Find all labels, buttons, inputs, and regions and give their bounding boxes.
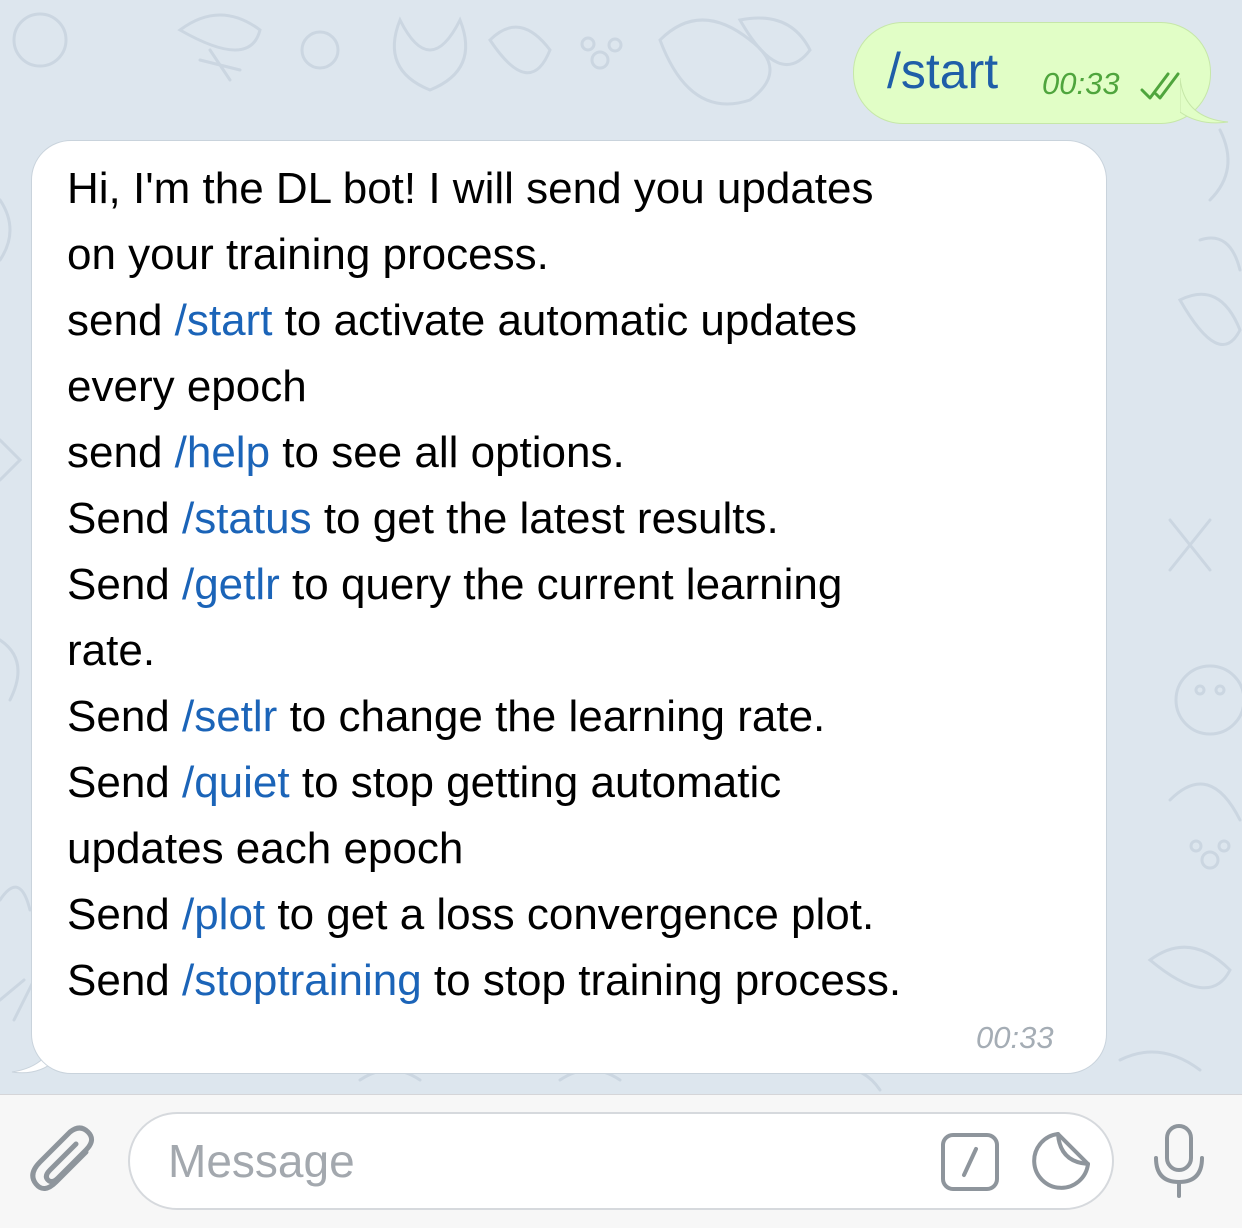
command-link-status[interactable]: /status [182, 494, 312, 543]
outgoing-message-text[interactable]: /start [887, 42, 998, 100]
incoming-message-time: 00:33 [976, 1020, 1054, 1055]
line-text: Send [67, 956, 182, 1005]
line-text: Send [67, 692, 182, 741]
command-link-getlr[interactable]: /getlr [182, 560, 280, 609]
line-text: send [67, 296, 175, 345]
message-line: send /help to see all options. [67, 420, 1097, 486]
message-line: Send /quiet to stop getting automatic [67, 750, 1097, 816]
command-link-plot[interactable]: /plot [182, 890, 265, 939]
command-link-help[interactable]: /help [175, 428, 270, 477]
line-text: on your training process. [67, 230, 549, 279]
message-input-placeholder: Message [168, 1135, 355, 1187]
outgoing-message-time: 00:33 [1042, 66, 1120, 101]
line-text: send [67, 428, 175, 477]
line-text: Send [67, 494, 182, 543]
incoming-message-text: Hi, I'm the DL bot! I will send you upda… [67, 156, 1097, 1014]
message-line: Send /setlr to change the learning rate. [67, 684, 1097, 750]
command-link-quiet[interactable]: /quiet [182, 758, 290, 807]
line-text: rate. [67, 626, 156, 675]
line-text: to query the current learning [279, 560, 843, 609]
command-link-setlr[interactable]: /setlr [182, 692, 277, 741]
line-text: to stop getting automatic [289, 758, 782, 807]
message-line: on your training process. [67, 222, 1097, 288]
double-check-icon [1140, 72, 1180, 100]
line-text: to get the latest results. [311, 494, 779, 543]
line-text: Send [67, 890, 182, 939]
line-text: to change the learning rate. [277, 692, 826, 741]
line-text: updates each epoch [67, 824, 464, 873]
message-line: Send /status to get the latest results. [67, 486, 1097, 552]
line-text: to stop training process. [421, 956, 902, 1005]
message-line: every epoch [67, 354, 1097, 420]
line-text: to get a loss convergence plot. [265, 890, 875, 939]
command-link-start[interactable]: /start [175, 296, 273, 345]
microphone-icon[interactable] [1148, 1122, 1210, 1200]
sticker-icon[interactable] [1030, 1130, 1092, 1192]
message-line: Send /getlr to query the current learnin… [67, 552, 1097, 618]
command-link-stoptraining[interactable]: /stoptraining [182, 956, 422, 1005]
line-text: Send [67, 758, 182, 807]
paperclip-icon[interactable] [28, 1122, 100, 1198]
outgoing-bubble-tail [1180, 78, 1229, 124]
line-text: every epoch [67, 362, 307, 411]
message-line: rate. [67, 618, 1097, 684]
slash-command-icon[interactable] [940, 1132, 1000, 1192]
message-line: Send /plot to get a loss convergence plo… [67, 882, 1097, 948]
line-text: Send [67, 560, 182, 609]
message-line: send /start to activate automatic update… [67, 288, 1097, 354]
line-text: Hi, I'm the DL bot! I will send you upda… [67, 164, 874, 213]
message-line: Send /stoptraining to stop training proc… [67, 948, 1097, 1014]
line-text: to see all options. [270, 428, 625, 477]
message-line: updates each epoch [67, 816, 1097, 882]
line-text: to activate automatic updates [272, 296, 858, 345]
message-line: Hi, I'm the DL bot! I will send you upda… [67, 156, 1097, 222]
